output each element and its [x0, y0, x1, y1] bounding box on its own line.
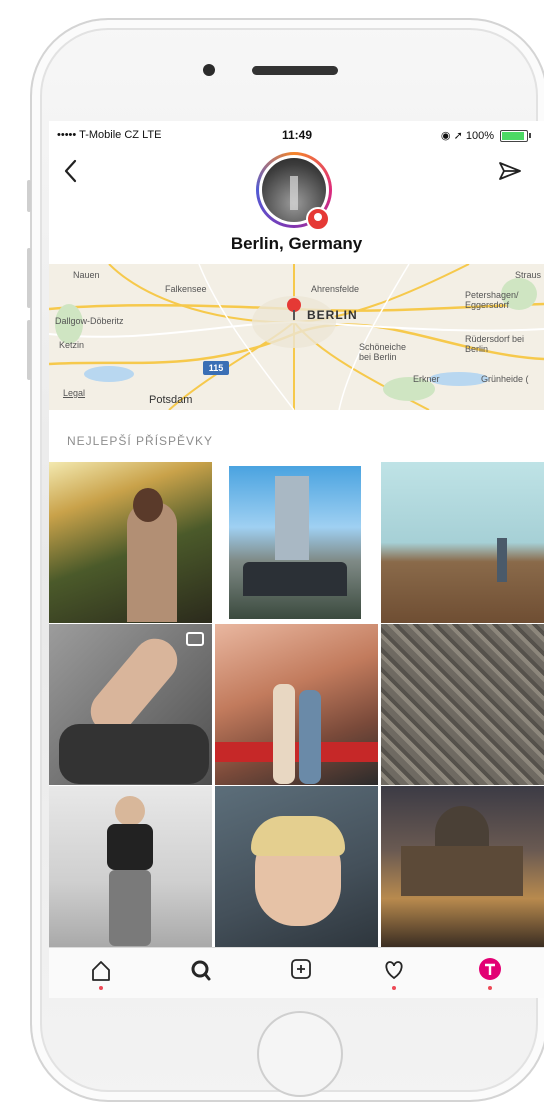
chevron-left-icon	[64, 159, 77, 183]
post-figure	[59, 724, 209, 784]
clock: 11:49	[282, 128, 313, 142]
map-pin-icon	[287, 298, 301, 320]
map-label: Rüdersdorf bei Berlin	[465, 334, 525, 354]
notification-dot	[99, 986, 103, 990]
battery-icon	[500, 130, 531, 142]
map-city-label: BERLIN	[307, 308, 358, 322]
post-thumbnail[interactable]	[215, 624, 378, 785]
road-number-badge: 115	[203, 361, 229, 375]
bottom-tab-bar	[49, 947, 544, 998]
battery-fill	[502, 132, 524, 140]
location-pin-icon	[306, 207, 330, 231]
legal-link[interactable]: Legal	[63, 388, 85, 398]
post-figure	[109, 870, 151, 946]
heart-icon	[385, 961, 403, 980]
side-button	[27, 248, 31, 308]
video-camera-icon	[186, 632, 204, 646]
map-label: Straus	[515, 270, 542, 280]
post-figure	[133, 488, 163, 522]
post-thumbnail[interactable]	[215, 462, 378, 623]
map-label: Falkensee	[165, 284, 207, 294]
back-button[interactable]	[63, 157, 77, 191]
earpiece-speaker	[252, 66, 338, 75]
post-thumbnail[interactable]	[49, 462, 212, 623]
post-figure	[299, 690, 321, 784]
home-button[interactable]	[257, 1011, 343, 1097]
post-thumbnail[interactable]	[381, 624, 544, 785]
post-grid	[49, 462, 544, 947]
map-label: Nauen	[73, 270, 100, 280]
post-thumbnail[interactable]	[49, 786, 212, 947]
home-icon	[92, 961, 110, 981]
post-thumbnail[interactable]	[381, 462, 544, 623]
map-label: Schöneiche bei Berlin	[359, 342, 407, 362]
post-figure	[273, 684, 295, 784]
post-thumbnail[interactable]	[49, 624, 212, 785]
top-posts-title: NEJLEPŠÍ PŘÍSPĚVKY	[67, 434, 214, 448]
post-figure	[107, 824, 153, 870]
notification-dot	[488, 986, 492, 990]
location-title: Berlin, Germany	[230, 234, 363, 253]
post-figure	[243, 562, 347, 596]
battery-percent: 100%	[465, 130, 494, 142]
post-figure	[435, 806, 489, 846]
notification-dot	[392, 986, 396, 990]
post-figure	[497, 538, 507, 582]
paper-plane-icon	[499, 162, 521, 180]
profile-icon	[479, 958, 501, 980]
side-button	[27, 180, 31, 212]
post-figure	[115, 796, 145, 826]
status-right: ◉ ➚ 100%	[440, 130, 494, 142]
front-camera	[203, 64, 215, 76]
tab-activity[interactable]	[374, 956, 414, 992]
post-figure	[275, 476, 309, 560]
search-icon	[191, 960, 211, 981]
map-label: Erkner	[413, 374, 440, 384]
map-label: Ahrensfelde	[311, 284, 360, 294]
post-figure	[215, 742, 378, 762]
carrier-label: ••••• T-Mobile CZ LTE	[57, 129, 162, 141]
post-thumbnail[interactable]	[215, 786, 378, 947]
add-icon	[291, 959, 311, 979]
share-button[interactable]	[497, 159, 525, 187]
post-photo	[229, 466, 361, 619]
status-bar: ••••• T-Mobile CZ LTE 11:49 ◉ ➚ 100%	[49, 121, 544, 149]
map-label: Ketzin	[59, 340, 85, 350]
post-thumbnail[interactable]	[381, 786, 544, 947]
map-label: Grünheide (	[481, 374, 529, 384]
app-screen: ••••• T-Mobile CZ LTE 11:49 ◉ ➚ 100% Ber…	[49, 121, 544, 998]
map-label: Potsdam	[149, 394, 193, 406]
post-figure	[251, 816, 345, 856]
tab-search[interactable]	[181, 956, 221, 992]
map-label: Petershagen/ Eggersdorf	[465, 290, 519, 310]
location-map[interactable]: Nauen Falkensee Ahrensfelde Straus Peter…	[49, 264, 544, 410]
post-figure	[401, 846, 523, 896]
tab-home[interactable]	[81, 956, 121, 992]
map-label: Dallgow-Döberitz	[55, 316, 124, 326]
side-button	[27, 320, 31, 380]
tab-add[interactable]	[281, 956, 321, 992]
tab-profile[interactable]	[470, 956, 510, 992]
